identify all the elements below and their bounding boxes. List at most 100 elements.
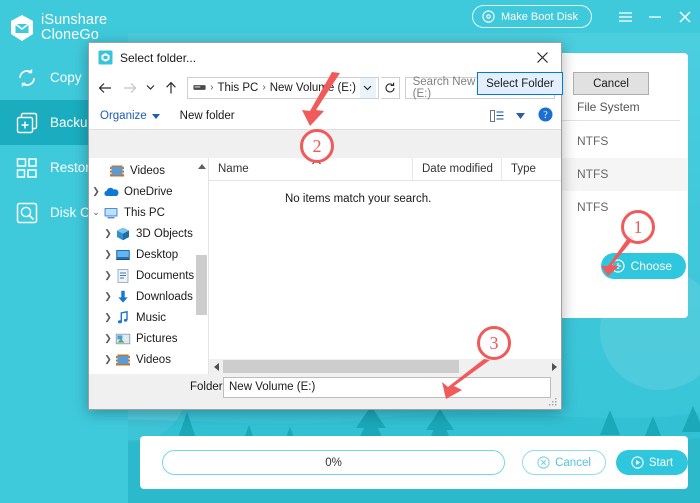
twisty-collapsed-icon[interactable]: ❯ <box>101 312 115 323</box>
table-row[interactable]: NTFS <box>562 191 688 224</box>
column-header-label: Date modified <box>422 162 493 175</box>
twisty-collapsed-icon[interactable]: ❯ <box>101 228 115 239</box>
drive-icon <box>193 85 206 90</box>
tree-item-label: Documents <box>136 269 195 282</box>
documents-icon <box>117 268 129 283</box>
brand-line-2: CloneGo <box>41 26 99 43</box>
twisty-collapsed-icon[interactable]: ❯ <box>101 333 115 344</box>
sidebar-item-label: Copy <box>50 70 82 85</box>
file-list-horizontal-scrollbar[interactable] <box>209 359 561 374</box>
forward-button[interactable] <box>119 76 141 100</box>
hamburger-menu-icon[interactable] <box>610 0 640 33</box>
twisty-collapsed-icon[interactable]: ❯ <box>101 354 115 365</box>
start-button[interactable]: Start <box>616 450 688 475</box>
brand-line-1: iSunshare <box>41 11 108 28</box>
hscroll-right-button[interactable] <box>547 359 561 374</box>
dialog-cancel-button[interactable]: Cancel <box>573 72 649 95</box>
tree-item-label: Pictures <box>136 332 178 345</box>
dialog-toolbar: Organize New folder ? <box>89 103 561 130</box>
hscroll-left-button[interactable] <box>209 359 223 374</box>
select-folder-button-label: Select Folder <box>486 77 554 90</box>
column-header-type[interactable]: Type <box>501 157 561 181</box>
hscroll-track[interactable] <box>223 359 547 374</box>
tree-item-label: This PC <box>124 206 165 219</box>
tree-item-videos-quick[interactable]: Videos <box>89 160 208 181</box>
breadcrumb-item-this-pc[interactable]: This PC <box>217 82 258 94</box>
dialog-title-bar: Select folder... <box>89 43 561 72</box>
new-folder-label: New folder <box>179 110 235 122</box>
brand-text: iSunshare CloneGo <box>41 11 108 43</box>
tree-item-label: OneDrive <box>124 185 173 198</box>
column-header-label: Name <box>218 162 249 175</box>
disc-icon <box>482 10 495 23</box>
table-header-divider <box>562 120 680 121</box>
cancel-button[interactable]: Cancel <box>522 450 606 475</box>
tree-item-label: Desktop <box>136 248 179 261</box>
twisty-collapsed-icon[interactable]: ❯ <box>101 270 115 281</box>
tree-item-desktop[interactable]: ❯ Desktop <box>89 244 208 265</box>
column-header-date-modified[interactable]: Date modified <box>412 157 501 181</box>
file-list-pane: Name Date modified Type No items match y… <box>209 157 561 374</box>
arrow-up-icon <box>166 81 177 93</box>
choose-button[interactable]: Choose <box>600 253 686 279</box>
tree-item-3d-objects[interactable]: ❯ 3D Objects <box>89 223 208 244</box>
tree-item-label: Downloads <box>136 290 193 303</box>
address-dropdown-button[interactable] <box>359 77 376 98</box>
progress-bar: 0% <box>162 450 505 475</box>
cancel-button-label: Cancel <box>555 456 591 469</box>
back-button[interactable] <box>95 76 117 100</box>
close-icon[interactable] <box>670 0 700 33</box>
empty-state-message: No items match your search. <box>285 193 432 205</box>
desktop-icon <box>116 249 130 260</box>
folder-input[interactable]: New Volume (E:) <box>223 377 551 398</box>
twisty-expanded-icon[interactable]: ⌄ <box>89 207 103 218</box>
minimize-icon[interactable] <box>640 0 670 33</box>
resize-grip-icon[interactable] <box>548 397 558 407</box>
caret-right-icon <box>551 362 557 371</box>
tree-scrollbar[interactable] <box>195 175 208 374</box>
hscroll-thumb[interactable] <box>223 360 459 373</box>
table-row[interactable]: NTFS <box>562 125 688 158</box>
svg-text:?: ? <box>543 110 548 121</box>
this-pc-icon <box>104 207 118 218</box>
make-boot-disk-label: Make Boot Disk <box>500 10 578 23</box>
tree-scroll-up-button[interactable] <box>195 158 208 175</box>
folder-field-label: Folder: <box>190 381 226 393</box>
file-system-column-header: File System <box>577 100 640 114</box>
onedrive-cloud-icon <box>104 187 119 196</box>
select-folder-button[interactable]: Select Folder <box>477 72 563 95</box>
dialog-close-icon[interactable] <box>523 43 561 72</box>
breadcrumb-item-new-volume[interactable]: New Volume (E:) <box>270 82 356 94</box>
up-one-level-button[interactable] <box>160 76 182 100</box>
tree-item-music[interactable]: ❯ Music <box>89 307 208 328</box>
view-list-icon <box>490 110 504 122</box>
tree-item-documents[interactable]: ❯ Documents <box>89 265 208 286</box>
tree-scrollbar-thumb[interactable] <box>196 255 207 315</box>
downloads-icon <box>118 290 128 303</box>
new-folder-button[interactable]: New folder <box>180 110 235 122</box>
twisty-collapsed-icon[interactable]: ❯ <box>89 186 103 197</box>
progress-label: 0% <box>325 456 342 469</box>
help-circle-icon[interactable]: ? <box>538 107 553 125</box>
start-button-label: Start <box>648 456 674 469</box>
caret-left-icon <box>213 362 219 371</box>
refresh-button[interactable] <box>380 76 400 99</box>
address-bar[interactable]: › This PC › New Volume (E:) <box>187 76 379 99</box>
organize-menu-button[interactable]: Organize <box>100 110 160 122</box>
column-header-name[interactable]: Name <box>209 158 412 181</box>
view-mode-button[interactable] <box>490 110 525 122</box>
recent-locations-button[interactable] <box>143 76 159 100</box>
tree-item-downloads[interactable]: ❯ Downloads <box>89 286 208 307</box>
plus-circle-icon <box>611 259 625 273</box>
pictures-icon <box>115 333 131 344</box>
table-row[interactable]: NTFS <box>562 158 688 191</box>
tree-item-videos[interactable]: ❯ Videos <box>89 349 208 370</box>
tree-item-this-pc[interactable]: ⌄ This PC <box>89 202 208 223</box>
3d-objects-icon <box>117 227 129 240</box>
twisty-collapsed-icon[interactable]: ❯ <box>101 249 115 260</box>
window-controls-group: Make Boot Disk <box>471 0 700 33</box>
tree-item-onedrive[interactable]: ❯ OneDrive <box>89 181 208 202</box>
twisty-collapsed-icon[interactable]: ❯ <box>101 291 115 302</box>
make-boot-disk-button[interactable]: Make Boot Disk <box>471 5 592 28</box>
tree-item-pictures[interactable]: ❯ Pictures <box>89 328 208 349</box>
